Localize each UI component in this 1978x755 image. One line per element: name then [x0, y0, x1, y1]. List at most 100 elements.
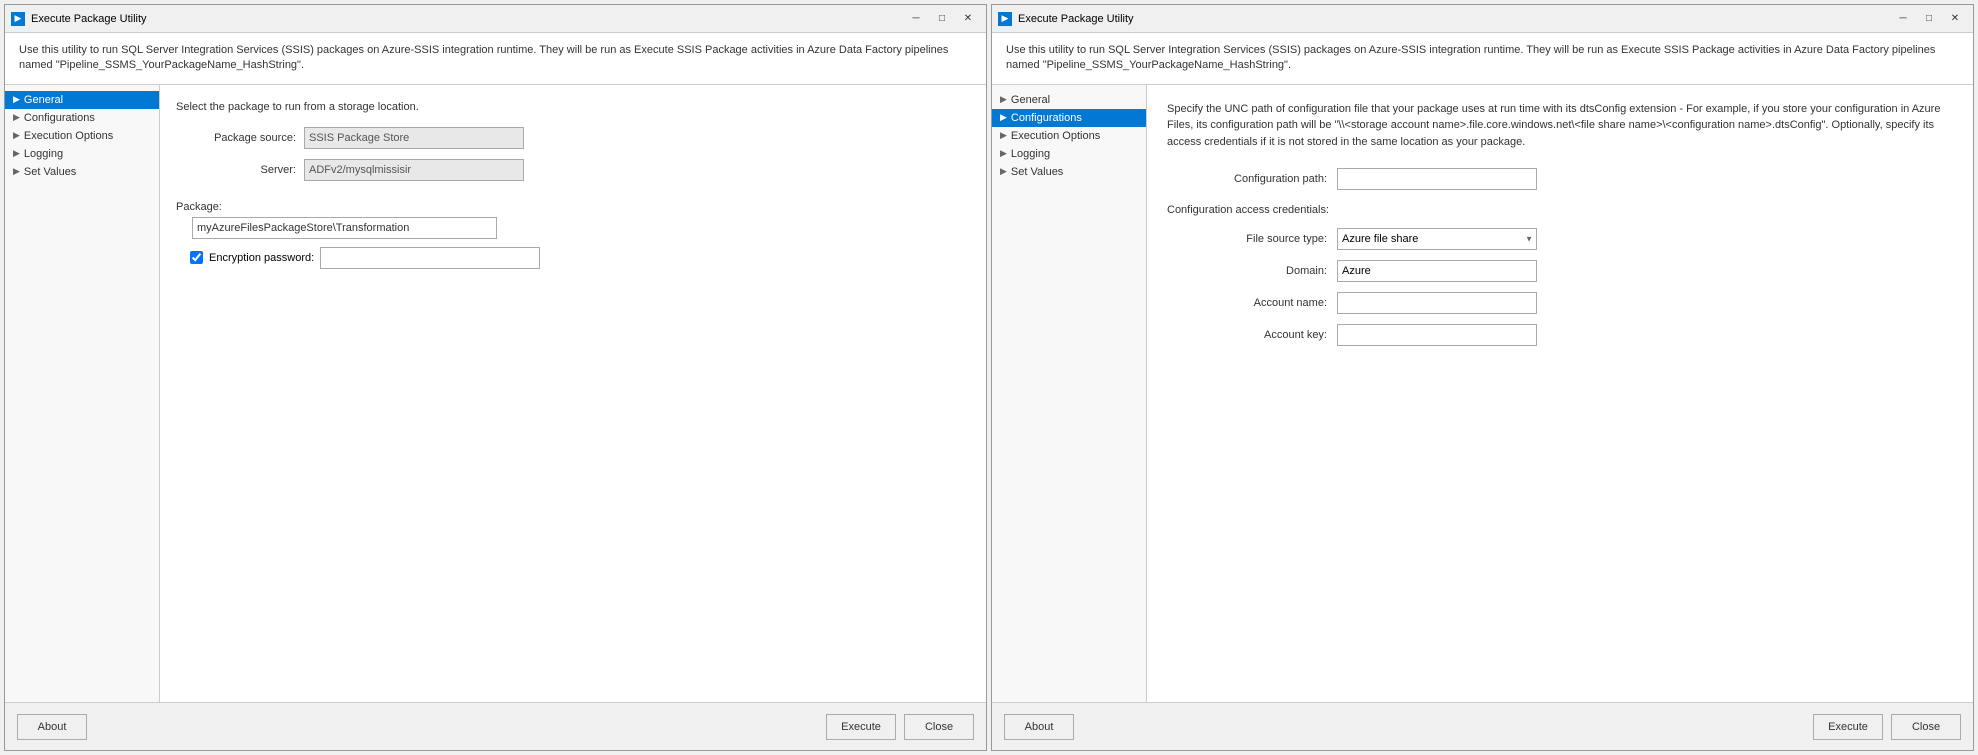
- minimize-button-2[interactable]: ─: [1891, 10, 1915, 28]
- sidebar-item-logging-1[interactable]: ▶ Logging: [5, 145, 159, 163]
- description-bar-2: Use this utility to run SQL Server Integ…: [992, 33, 1973, 85]
- account-name-row: Account name:: [1187, 292, 1953, 314]
- arrow-icon-setvalues-2: ▶: [1000, 166, 1007, 177]
- sidebar-label-setvalues-1: Set Values: [24, 166, 76, 178]
- arrow-icon-setvalues-1: ▶: [13, 166, 20, 177]
- arrow-icon-exec-2: ▶: [1000, 130, 1007, 141]
- sidebar-item-set-values-1[interactable]: ▶ Set Values: [5, 163, 159, 181]
- arrow-icon-logging-2: ▶: [1000, 148, 1007, 159]
- sidebar-label-logging-2: Logging: [1011, 148, 1050, 160]
- footer-bar-2: About Execute Close: [992, 702, 1973, 750]
- footer-right-1: Execute Close: [826, 714, 974, 740]
- app-icon-1: ▶: [11, 12, 25, 26]
- encryption-checkbox[interactable]: [190, 251, 203, 264]
- execute-button-2[interactable]: Execute: [1813, 714, 1883, 740]
- content-area-2: ▶ General ▶ Configurations ▶ Execution O…: [992, 85, 1973, 702]
- arrow-icon-general-2: ▶: [1000, 94, 1007, 105]
- sidebar-item-configurations-1[interactable]: ▶ Configurations: [5, 109, 159, 127]
- arrow-icon-logging-1: ▶: [13, 148, 20, 159]
- account-key-label: Account key:: [1187, 329, 1327, 341]
- domain-label: Domain:: [1187, 265, 1327, 277]
- window-controls-1: ─ □ ✕: [904, 10, 980, 28]
- window-1: ▶ Execute Package Utility ─ □ ✕ Use this…: [4, 4, 987, 751]
- package-label: Package:: [176, 201, 970, 213]
- config-path-row: Configuration path:: [1167, 168, 1953, 190]
- app-icon-2: ▶: [998, 12, 1012, 26]
- close-button-footer-1[interactable]: Close: [904, 714, 974, 740]
- window-title-2: Execute Package Utility: [1018, 13, 1134, 25]
- minimize-button-1[interactable]: ─: [904, 10, 928, 28]
- encryption-label: Encryption password:: [209, 252, 314, 264]
- config-path-input[interactable]: [1337, 168, 1537, 190]
- title-bar-left-1: ▶ Execute Package Utility: [11, 12, 147, 26]
- main-panel-1: Select the package to run from a storage…: [160, 85, 986, 702]
- window-title-1: Execute Package Utility: [31, 13, 147, 25]
- execute-button-1[interactable]: Execute: [826, 714, 896, 740]
- encryption-row: Encryption password:: [190, 247, 970, 269]
- arrow-icon-exec-1: ▶: [13, 130, 20, 141]
- config-path-label: Configuration path:: [1167, 173, 1327, 185]
- about-button-1[interactable]: About: [17, 714, 87, 740]
- description-bar-1: Use this utility to run SQL Server Integ…: [5, 33, 986, 85]
- title-bar-1: ▶ Execute Package Utility ─ □ ✕: [5, 5, 986, 33]
- maximize-button-2[interactable]: □: [1917, 10, 1941, 28]
- sidebar-item-execution-options-1[interactable]: ▶ Execution Options: [5, 127, 159, 145]
- server-label: Server:: [176, 164, 296, 176]
- maximize-button-1[interactable]: □: [930, 10, 954, 28]
- sidebar-label-logging-1: Logging: [24, 148, 63, 160]
- sidebar-label-exec-2: Execution Options: [1011, 130, 1100, 142]
- close-button-1[interactable]: ✕: [956, 10, 980, 28]
- title-bar-2: ▶ Execute Package Utility ─ □ ✕: [992, 5, 1973, 33]
- package-source-label: Package source:: [176, 132, 296, 144]
- account-key-input[interactable]: [1337, 324, 1537, 346]
- arrow-icon-general-1: ▶: [13, 94, 20, 105]
- server-row: Server: ADFv2/mysqlmissisir: [176, 159, 970, 181]
- sidebar-label-general-2: General: [1011, 94, 1050, 106]
- file-source-type-row: File source type: Azure file share Netwo…: [1187, 228, 1953, 250]
- title-bar-left-2: ▶ Execute Package Utility: [998, 12, 1134, 26]
- close-button-footer-2[interactable]: Close: [1891, 714, 1961, 740]
- account-key-row: Account key:: [1187, 324, 1953, 346]
- file-source-select-wrapper: Azure file share Network share: [1337, 228, 1537, 250]
- sidebar-1: ▶ General ▶ Configurations ▶ Execution O…: [5, 85, 160, 702]
- description-text-1: Use this utility to run SQL Server Integ…: [19, 44, 948, 71]
- domain-input[interactable]: [1337, 260, 1537, 282]
- account-name-label: Account name:: [1187, 297, 1327, 309]
- sidebar-item-execution-options-2[interactable]: ▶ Execution Options: [992, 127, 1146, 145]
- config-description-text: Specify the UNC path of configuration fi…: [1167, 101, 1953, 151]
- package-source-input[interactable]: [304, 127, 524, 149]
- package-source-row: Package source:: [176, 127, 970, 149]
- footer-right-2: Execute Close: [1813, 714, 1961, 740]
- sidebar-item-general-1[interactable]: ▶ General: [5, 91, 159, 109]
- domain-row: Domain:: [1187, 260, 1953, 282]
- footer-bar-1: About Execute Close: [5, 702, 986, 750]
- account-name-input[interactable]: [1337, 292, 1537, 314]
- about-button-2[interactable]: About: [1004, 714, 1074, 740]
- server-select[interactable]: ADFv2/mysqlmissisir: [304, 159, 524, 181]
- sidebar-item-logging-2[interactable]: ▶ Logging: [992, 145, 1146, 163]
- sidebar-item-configurations-2[interactable]: ▶ Configurations: [992, 109, 1146, 127]
- package-input[interactable]: [192, 217, 497, 239]
- window-controls-2: ─ □ ✕: [1891, 10, 1967, 28]
- content-area-1: ▶ General ▶ Configurations ▶ Execution O…: [5, 85, 986, 702]
- description-text-2: Use this utility to run SQL Server Integ…: [1006, 44, 1935, 71]
- sidebar-label-configurations-1: Configurations: [24, 112, 95, 124]
- sidebar-label-setvalues-2: Set Values: [1011, 166, 1063, 178]
- sidebar-label-configurations-2: Configurations: [1011, 112, 1082, 124]
- panel-title-1: Select the package to run from a storage…: [176, 101, 970, 113]
- window-2: ▶ Execute Package Utility ─ □ ✕ Use this…: [991, 4, 1974, 751]
- sidebar-item-set-values-2[interactable]: ▶ Set Values: [992, 163, 1146, 181]
- file-source-type-label: File source type:: [1187, 233, 1327, 245]
- sidebar-2: ▶ General ▶ Configurations ▶ Execution O…: [992, 85, 1147, 702]
- close-button-2[interactable]: ✕: [1943, 10, 1967, 28]
- file-source-type-select[interactable]: Azure file share Network share: [1337, 228, 1537, 250]
- package-section: Package: Encryption password:: [176, 201, 970, 269]
- sidebar-label-exec-1: Execution Options: [24, 130, 113, 142]
- arrow-icon-configurations-1: ▶: [13, 112, 20, 123]
- sidebar-item-general-2[interactable]: ▶ General: [992, 91, 1146, 109]
- encryption-password-input[interactable]: [320, 247, 540, 269]
- credentials-header: Configuration access credentials:: [1167, 204, 1953, 216]
- sidebar-label-general-1: General: [24, 94, 63, 106]
- right-main-panel: Specify the UNC path of configuration fi…: [1147, 85, 1973, 702]
- arrow-icon-configurations-2: ▶: [1000, 112, 1007, 123]
